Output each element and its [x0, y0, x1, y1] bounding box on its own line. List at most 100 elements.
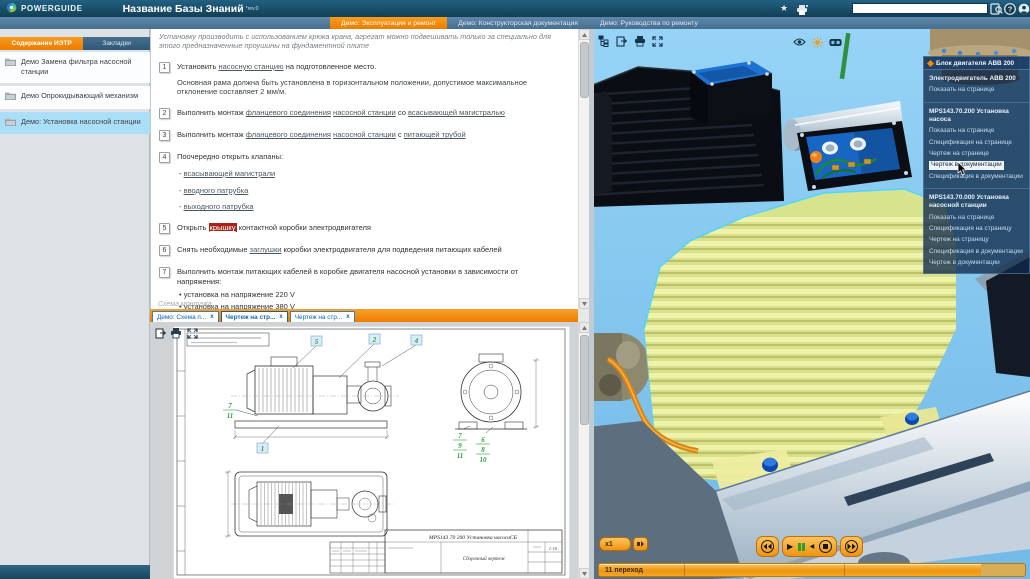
callout-f9[interactable]: 9 [458, 442, 462, 450]
context-menu-item[interactable]: Показать на странице [929, 86, 1024, 94]
context-menu-section-0: Электродвигатель ABB 200 Показать на стра… [924, 70, 1029, 103]
context-menu-item[interactable]: Спецификация на странице [929, 139, 1024, 147]
step-link[interactable]: фланцевого соединения [246, 108, 331, 117]
document-tab-2[interactable]: Чертеж на стр... x [289, 311, 355, 322]
app-window: POWERGUIDE Название Базы Знаний *rev.0 ★… [0, 0, 1030, 579]
step-link[interactable]: насосной станции [333, 130, 396, 139]
rewind-button[interactable] [756, 536, 779, 557]
instruction-step: 6 Снять необходимые заглушки коробки элек… [159, 245, 562, 257]
forward-button[interactable] [840, 536, 864, 557]
callout-f8[interactable]: 8 [481, 446, 485, 454]
step-link[interactable]: всасывающей магистралью [408, 108, 505, 117]
fullscreen-icon[interactable] [651, 35, 664, 47]
step-body: Установить насосную станцию на подготовл… [177, 62, 562, 97]
step-link[interactable]: питающей трубой [404, 130, 466, 139]
step-link[interactable]: фланцевого соединения [246, 130, 331, 139]
tab-close-icon[interactable]: x [210, 314, 213, 320]
context-menu-item[interactable]: Спецификация в документации [929, 248, 1024, 256]
model-tree-icon[interactable] [597, 35, 610, 47]
step-link[interactable]: выходного патрубка [184, 202, 254, 211]
step-bullet-item: • установка на напряжение 220 V [179, 289, 295, 299]
search-input[interactable] [852, 3, 988, 14]
instruction-step: 4 Поочередно открыть клапаны: - всасывающе… [159, 152, 562, 212]
logo-icon [6, 0, 17, 18]
context-menu-item[interactable]: Чертеж в документации [929, 259, 1024, 267]
visibility-eye-icon[interactable] [793, 36, 806, 48]
context-menu-item[interactable]: Спецификация в документации [929, 173, 1024, 181]
step-dash-item: - вводного патрубка [179, 185, 249, 195]
tab-close-icon[interactable]: x [279, 314, 282, 320]
step-dash-item: - выходного патрубка [179, 202, 254, 212]
export-document-icon[interactable] [154, 327, 166, 339]
fullscreen-icon[interactable] [186, 327, 198, 339]
step-link[interactable]: насосной станции [333, 108, 396, 117]
pause-icon[interactable] [798, 542, 805, 551]
step-body: Поочередно открыть клапаны: - всасывающей… [177, 152, 283, 212]
document-tab-label: Демо: Схема п... [157, 313, 207, 321]
timeline-progress [599, 564, 981, 576]
sidebar-tab-bookmarks[interactable]: Закладки [83, 37, 150, 50]
step-number: 1 [159, 61, 170, 73]
drawing-canvas[interactable]: 5 2 4 1 7 11 7 9 11 6 8 10 MPS143 70 200… [173, 326, 570, 579]
callout-4[interactable]: 4 [414, 337, 419, 345]
step-body: Выполнить монтаж фланцевого соединения н… [177, 108, 505, 119]
drawing-scrollbar[interactable] [578, 322, 590, 579]
step-link[interactable]: насосную станцию [218, 62, 283, 71]
main-tab-2[interactable]: Демо: Руководства по ремонту [589, 17, 709, 29]
svg-text:?: ? [1008, 5, 1013, 14]
sidebar-item-0[interactable]: Демо Замена фильтра насосной станции [0, 52, 150, 83]
context-menu-item[interactable]: Чертеж на страницу [929, 236, 1024, 244]
context-menu-item[interactable]: Показать на странице [929, 127, 1024, 135]
step-link[interactable]: вводного патрубка [184, 186, 249, 195]
callout-7[interactable]: 7 [228, 402, 232, 410]
scrollbar-thumb[interactable] [580, 42, 589, 98]
mouse-cursor-icon [957, 161, 967, 181]
context-menu-item[interactable]: Спецификация на страницу [929, 225, 1024, 233]
export-document-icon[interactable] [615, 35, 628, 47]
sidebar-item-1[interactable]: Демо Опрокидывающий механизм [0, 85, 150, 109]
stop-icon[interactable] [819, 540, 833, 553]
print-icon[interactable] [170, 327, 182, 339]
main-tab-0[interactable]: Демо: Эксплуатация и ремонт [330, 17, 448, 29]
callout-f11[interactable]: 11 [457, 452, 464, 460]
callout-f7[interactable]: 7 [458, 432, 462, 440]
brightness-sun-icon[interactable] [811, 36, 824, 48]
transition-timeline-bar[interactable]: 11 переход [598, 563, 1026, 577]
main-tab-1[interactable]: Демо: Конструкторская документация [447, 17, 589, 29]
step-back-icon[interactable]: ◀ [810, 544, 815, 550]
step-text: Установить насосную станцию на подготовл… [177, 62, 562, 72]
callout-f10[interactable]: 10 [480, 456, 488, 464]
speed-dropdown-icon[interactable] [633, 537, 648, 551]
playback-controls: ▶ ◀ [756, 536, 864, 557]
print-icon[interactable] [633, 35, 646, 47]
instruction-step: 3 Выполнить монтаж фланцевого соединения … [159, 130, 562, 142]
callout-2[interactable]: 2 [372, 336, 377, 344]
callout-f6[interactable]: 6 [481, 436, 485, 444]
favorite-star-icon[interactable]: ★ [780, 3, 788, 14]
context-menu-sections: Электродвигатель ABB 200 Показать на стра… [924, 70, 1029, 273]
tab-close-icon[interactable]: x [346, 314, 349, 320]
play-icon[interactable]: ▶ [787, 542, 793, 551]
step-link[interactable]: заглушки [250, 245, 282, 254]
step-number: 5 [159, 223, 170, 235]
sidebar-tabs: Содержание ИЭТР Закладки [0, 37, 150, 50]
instruction-partial-line: Схема монтажа [158, 301, 212, 308]
document-tab-0[interactable]: Демо: Схема п... x [152, 311, 219, 322]
step-text-part: Выполнить монтаж питающих кабелей в коро… [177, 267, 519, 286]
context-menu-item[interactable]: Чертеж на странице [929, 150, 1024, 158]
step-link[interactable]: всасывающей магистрали [184, 169, 276, 178]
speed-value[interactable]: x1 [599, 537, 631, 551]
scrollbar-thumb[interactable] [580, 335, 589, 425]
sidebar-item-2[interactable]: Демо: Установка насосной станции [0, 111, 150, 135]
document-tab-1[interactable]: Чертеж на стр... x [220, 311, 288, 322]
step-text-part: Открыть [177, 223, 209, 233]
callout-11[interactable]: 11 [227, 412, 234, 420]
callout-1[interactable]: 1 [261, 445, 265, 453]
document-tab-label: Чертеж на стр... [294, 313, 343, 321]
sidebar-tab-contents[interactable]: Содержание ИЭТР [0, 37, 84, 50]
instructions-scrollbar[interactable] [578, 29, 590, 309]
vr-goggles-icon[interactable] [829, 36, 842, 48]
callout-5[interactable]: 5 [315, 338, 319, 346]
context-menu-header: Блок двигателя ABB 200 [924, 57, 1029, 70]
context-menu-item[interactable]: Показать на странице [929, 214, 1024, 222]
